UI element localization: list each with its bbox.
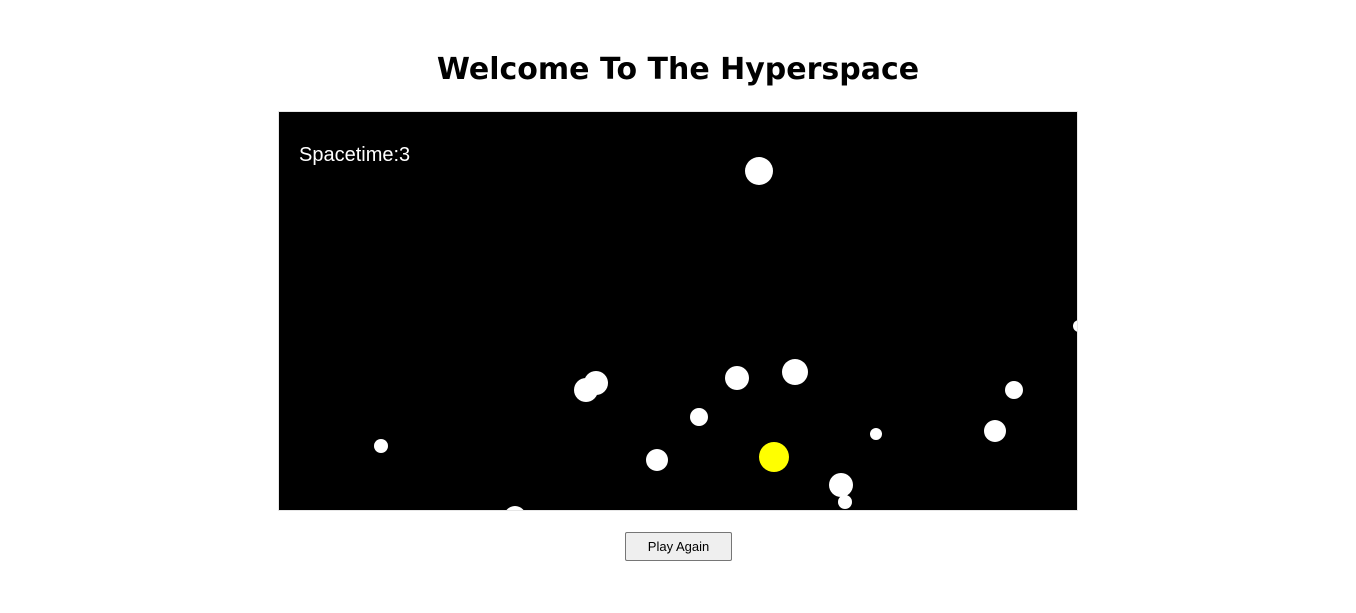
page: Welcome To The Hyperspace Spacetime:3 Pl…: [0, 0, 1356, 613]
asteroid: [782, 359, 808, 385]
asteroid: [574, 378, 598, 402]
asteroid: [690, 408, 708, 426]
player-ship: [759, 442, 789, 472]
asteroid: [870, 428, 882, 440]
asteroid: [725, 366, 749, 390]
asteroid: [838, 495, 852, 509]
asteroid: [745, 157, 773, 185]
spacetime-score: Spacetime:3: [299, 144, 411, 166]
page-title: Welcome To The Hyperspace: [436, 52, 920, 87]
play-again-button[interactable]: Play Again: [625, 532, 732, 561]
game-canvas[interactable]: Spacetime:3: [278, 111, 1078, 511]
asteroid: [646, 449, 668, 471]
asteroid: [984, 420, 1006, 442]
asteroid: [504, 506, 526, 510]
asteroid: [1073, 320, 1077, 332]
asteroid: [829, 473, 853, 497]
asteroid: [1005, 381, 1023, 399]
asteroid: [374, 439, 388, 453]
